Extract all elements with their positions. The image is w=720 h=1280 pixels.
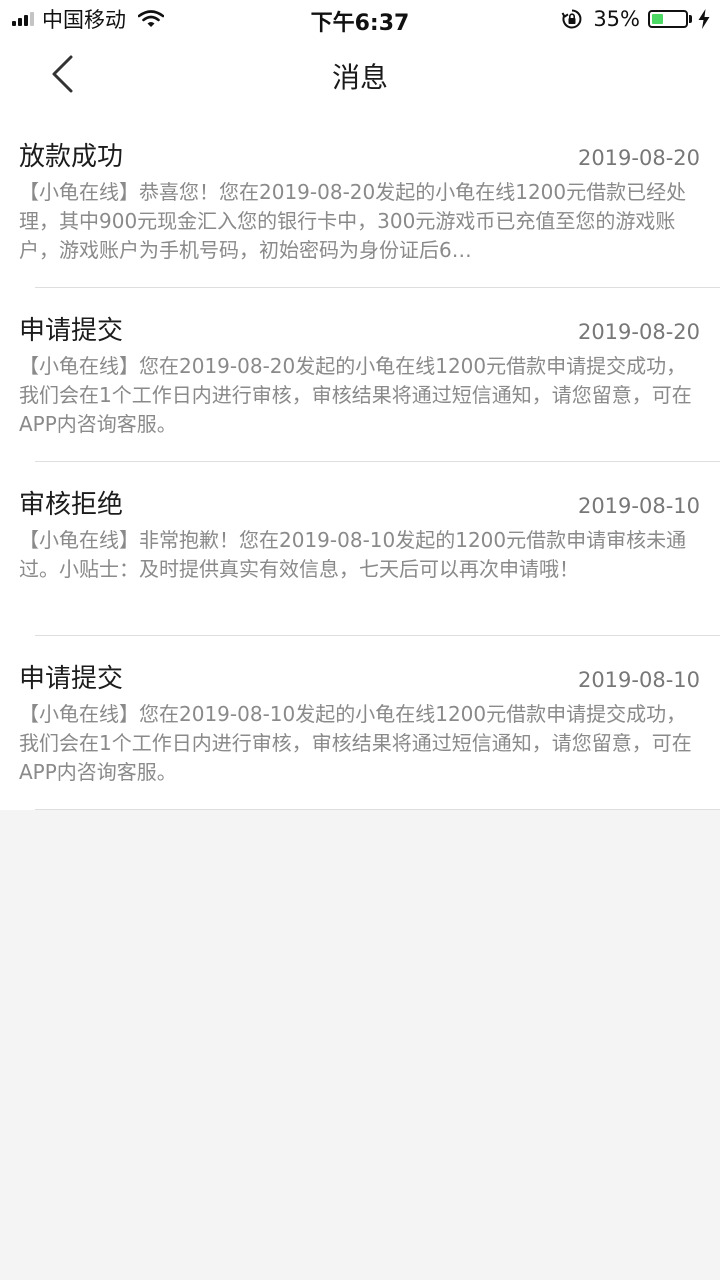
wifi-icon: [138, 10, 164, 27]
carrier-name: 中国移动: [42, 8, 126, 32]
message-body: 【小龟在线】非常抱歉！您在2019-08-10发起的1200元借款申请审核未通过…: [19, 528, 687, 581]
status-bar: 中国移动 下午6:37 35%: [0, 0, 720, 40]
message-title: 放款成功: [19, 142, 124, 172]
message-body: 【小龟在线】恭喜您！您在2019-08-20发起的小龟在线1200元借款已经处理…: [19, 180, 687, 262]
signal-icon: [12, 12, 34, 26]
message-title: 审核拒绝: [19, 490, 124, 520]
charging-icon: [698, 9, 710, 29]
navigation-bar: 消息: [0, 40, 720, 114]
message-header: 审核拒绝 2019-08-10: [19, 484, 700, 524]
battery-level-fill: [652, 14, 663, 24]
message-body: 【小龟在线】您在2019-08-10发起的小龟在线1200元借款申请提交成功，我…: [19, 702, 692, 784]
message-item-review-rejected[interactable]: 审核拒绝 2019-08-10 【小龟在线】非常抱歉！您在2019-08-10发…: [0, 462, 720, 636]
message-header: 申请提交 2019-08-10: [19, 658, 700, 698]
message-item-application-submitted[interactable]: 申请提交 2019-08-20 【小龟在线】您在2019-08-20发起的小龟在…: [0, 288, 720, 462]
status-right: 35%: [561, 6, 710, 32]
rotation-lock-icon: [561, 9, 582, 29]
message-header: 申请提交 2019-08-20: [19, 310, 700, 350]
message-title: 申请提交: [19, 664, 124, 694]
battery-tip: [689, 15, 692, 23]
battery-icon: [648, 10, 688, 28]
message-list: 放款成功 2019-08-20 【小龟在线】恭喜您！您在2019-08-20发起…: [0, 114, 720, 810]
message-date: 2019-08-20: [577, 320, 700, 344]
message-date: 2019-08-20: [577, 146, 700, 170]
message-body: 【小龟在线】您在2019-08-20发起的小龟在线1200元借款申请提交成功，我…: [19, 354, 692, 436]
message-header: 放款成功 2019-08-20: [19, 136, 700, 176]
message-title: 申请提交: [19, 316, 124, 346]
battery-percent: 35%: [593, 7, 640, 31]
chevron-left-icon: [52, 55, 73, 93]
message-item-loan-success[interactable]: 放款成功 2019-08-20 【小龟在线】恭喜您！您在2019-08-20发起…: [0, 114, 720, 288]
message-date: 2019-08-10: [577, 668, 700, 692]
message-item-application-submitted-2[interactable]: 申请提交 2019-08-10 【小龟在线】您在2019-08-10发起的小龟在…: [0, 636, 720, 810]
message-date: 2019-08-10: [577, 494, 700, 518]
back-button[interactable]: [38, 50, 86, 98]
divider: [35, 809, 720, 810]
page-title: 消息: [331, 61, 388, 94]
status-left: 中国移动: [12, 6, 164, 32]
